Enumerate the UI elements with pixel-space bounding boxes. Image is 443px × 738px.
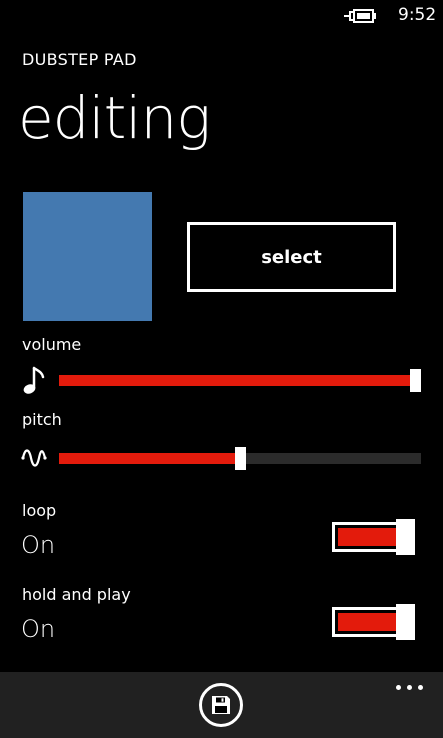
hold-and-play-label: hold and play [22, 585, 131, 604]
volume-slider-thumb[interactable] [410, 369, 421, 392]
loop-toggle-thumb[interactable] [396, 519, 415, 555]
volume-slider[interactable] [59, 369, 421, 392]
pad-color-swatch [23, 192, 152, 321]
pitch-label: pitch [22, 410, 62, 429]
pitch-slider-fill [59, 453, 241, 464]
battery-charging-icon [344, 9, 376, 23]
save-button[interactable] [199, 683, 243, 727]
pitch-slider-thumb[interactable] [235, 447, 246, 470]
loop-value: On [21, 531, 56, 559]
app-bar [0, 672, 443, 738]
wave-icon [21, 449, 47, 467]
hold-and-play-value: On [21, 615, 56, 643]
app-title: DUBSTEP PAD [22, 50, 137, 69]
hold-and-play-toggle-thumb[interactable] [396, 604, 415, 640]
more-icon [407, 685, 412, 690]
pitch-slider[interactable] [59, 447, 421, 470]
save-icon [212, 696, 230, 714]
more-button[interactable] [394, 678, 426, 696]
music-note-icon [23, 366, 45, 394]
select-button[interactable]: select [187, 222, 396, 292]
page-title: editing [18, 84, 211, 152]
hold-and-play-toggle[interactable] [332, 604, 415, 640]
clock: 9:52 [398, 5, 437, 25]
more-icon [396, 685, 401, 690]
status-bar: 9:52 [0, 0, 443, 32]
volume-label: volume [22, 335, 82, 354]
loop-label: loop [22, 501, 57, 520]
more-icon [418, 685, 423, 690]
loop-toggle[interactable] [332, 519, 415, 555]
loop-toggle-fill [338, 528, 398, 546]
volume-slider-fill [59, 375, 416, 386]
hold-and-play-toggle-fill [338, 613, 398, 631]
